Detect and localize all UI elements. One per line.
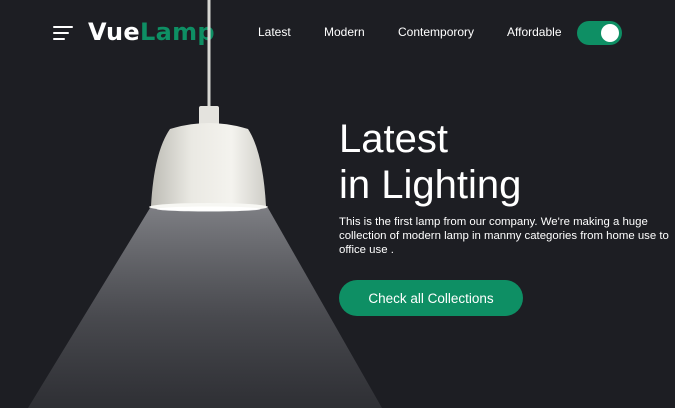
hero-title: Latest in Lighting bbox=[339, 116, 521, 208]
lamp-bulb-glow bbox=[156, 206, 261, 212]
theme-toggle-switch[interactable] bbox=[577, 21, 622, 45]
hero-title-line-2: in Lighting bbox=[339, 163, 522, 207]
nav-link-contemporory[interactable]: Contemporory bbox=[398, 25, 474, 39]
light-beam bbox=[28, 208, 382, 408]
hero-description: This is the first lamp from our company.… bbox=[339, 216, 669, 256]
hero-title-line-1: Latest bbox=[339, 117, 448, 161]
toggle-knob bbox=[601, 24, 619, 42]
nav-link-affordable[interactable]: Affordable bbox=[507, 25, 562, 39]
check-all-collections-button[interactable]: Check all Collections bbox=[339, 280, 523, 316]
lamp-shade bbox=[151, 123, 266, 206]
